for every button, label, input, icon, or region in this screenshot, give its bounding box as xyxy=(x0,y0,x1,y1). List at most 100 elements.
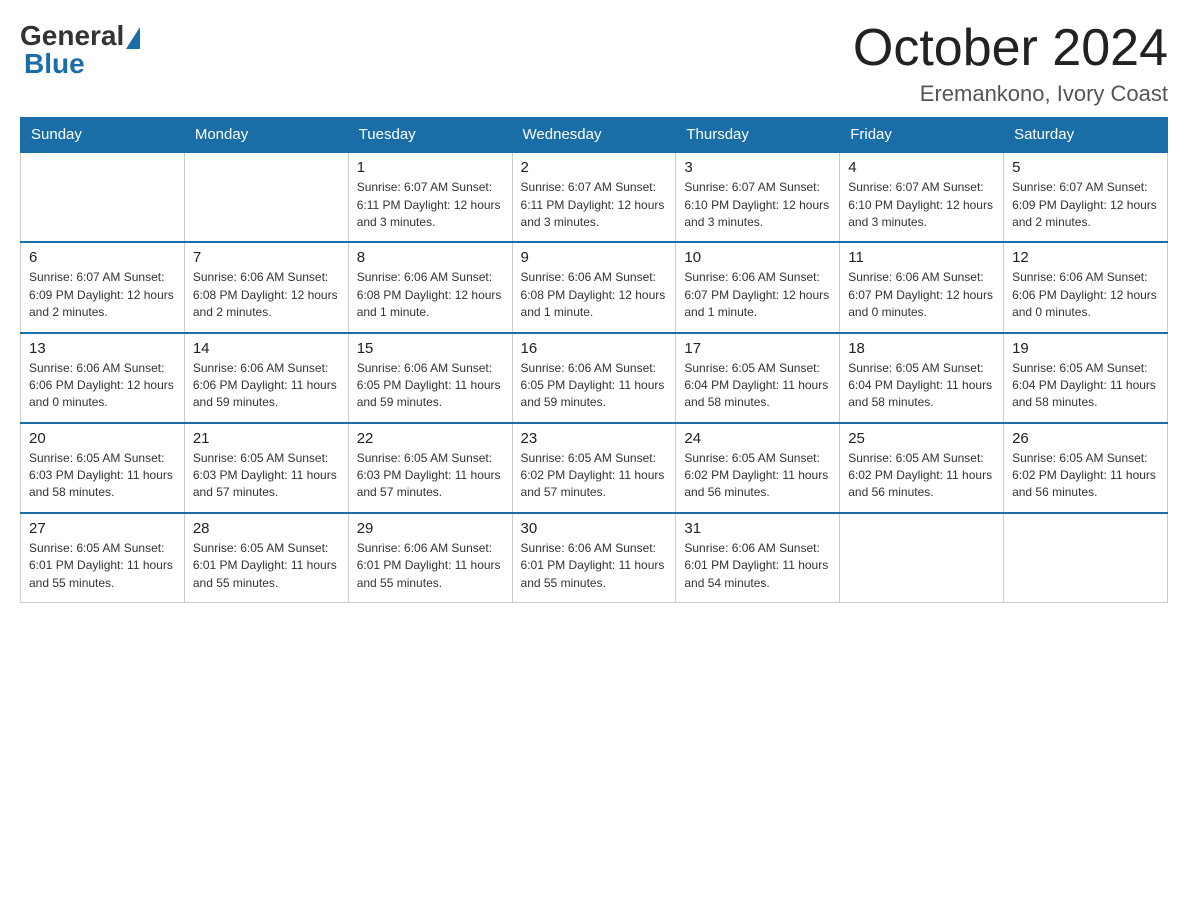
calendar-cell: 9 Sunrise: 6:06 AM Sunset: 6:08 PM Daylig… xyxy=(512,242,676,332)
day-number: 14 xyxy=(193,340,340,357)
col-sunday: Sunday xyxy=(21,118,185,153)
calendar-cell: 30 Sunrise: 6:06 AM Sunset: 6:01 PM Dayli… xyxy=(512,513,676,603)
calendar-cell: 5 Sunrise: 6:07 AM Sunset: 6:09 PM Daylig… xyxy=(1004,152,1168,242)
day-number: 4 xyxy=(848,159,995,176)
day-number: 20 xyxy=(29,430,176,447)
day-number: 16 xyxy=(521,340,668,357)
calendar-cell: 24Sunrise: 6:05 AM Sunset: 6:02 PM Dayli… xyxy=(676,423,840,513)
title-area: October 2024 Eremankono, Ivory Coast xyxy=(853,20,1168,107)
day-number: 10 xyxy=(684,249,831,266)
calendar-cell xyxy=(1004,513,1168,603)
calendar-cell: 18Sunrise: 6:05 AM Sunset: 6:04 PM Dayli… xyxy=(840,333,1004,423)
calendar-header-row: Sunday Monday Tuesday Wednesday Thursday… xyxy=(21,118,1168,153)
day-number: 30 xyxy=(521,520,668,537)
month-title: October 2024 xyxy=(853,20,1168,77)
day-info: Sunrise: 6:05 AM Sunset: 6:02 PM Dayligh… xyxy=(1012,450,1159,502)
page-header: General Blue October 2024 Eremankono, Iv… xyxy=(20,20,1168,107)
calendar-week-row: 1 Sunrise: 6:07 AM Sunset: 6:11 PM Daylig… xyxy=(21,152,1168,242)
calendar-cell xyxy=(21,152,185,242)
calendar-cell: 6 Sunrise: 6:07 AM Sunset: 6:09 PM Daylig… xyxy=(21,242,185,332)
calendar-cell: 26Sunrise: 6:05 AM Sunset: 6:02 PM Dayli… xyxy=(1004,423,1168,513)
calendar-cell: 10Sunrise: 6:06 AM Sunset: 6:07 PM Dayli… xyxy=(676,242,840,332)
calendar-week-row: 13 Sunrise: 6:06 AM Sunset: 6:06 PM Dayli… xyxy=(21,333,1168,423)
day-number: 29 xyxy=(357,520,504,537)
calendar-cell: 4 Sunrise: 6:07 AM Sunset: 6:10 PM Daylig… xyxy=(840,152,1004,242)
day-info: Sunrise: 6:05 AM Sunset: 6:03 PM Dayligh… xyxy=(29,450,176,502)
day-number: 9 xyxy=(521,249,668,266)
day-number: 18 xyxy=(848,340,995,357)
day-info: Sunrise: 6:06 AM Sunset: 6:06 PM Dayligh… xyxy=(29,360,176,412)
calendar-cell: 8 Sunrise: 6:06 AM Sunset: 6:08 PM Daylig… xyxy=(348,242,512,332)
day-number: 12 xyxy=(1012,249,1159,266)
day-number: 1 xyxy=(357,159,504,176)
day-info: Sunrise: 6:06 AM Sunset: 6:08 PM Dayligh… xyxy=(357,269,504,321)
day-number: 31 xyxy=(684,520,831,537)
col-wednesday: Wednesday xyxy=(512,118,676,153)
calendar-cell: 25Sunrise: 6:05 AM Sunset: 6:02 PM Dayli… xyxy=(840,423,1004,513)
col-thursday: Thursday xyxy=(676,118,840,153)
day-info: Sunrise: 6:07 AM Sunset: 6:10 PM Dayligh… xyxy=(684,179,831,231)
day-info: Sunrise: 6:06 AM Sunset: 6:01 PM Dayligh… xyxy=(357,540,504,592)
day-number: 22 xyxy=(357,430,504,447)
logo-blue-text: Blue xyxy=(20,48,85,80)
day-info: Sunrise: 6:06 AM Sunset: 6:06 PM Dayligh… xyxy=(193,360,340,412)
day-number: 15 xyxy=(357,340,504,357)
day-number: 3 xyxy=(684,159,831,176)
calendar-table: Sunday Monday Tuesday Wednesday Thursday… xyxy=(20,117,1168,603)
day-info: Sunrise: 6:05 AM Sunset: 6:04 PM Dayligh… xyxy=(684,360,831,412)
day-info: Sunrise: 6:06 AM Sunset: 6:08 PM Dayligh… xyxy=(521,269,668,321)
calendar-cell xyxy=(840,513,1004,603)
day-info: Sunrise: 6:07 AM Sunset: 6:11 PM Dayligh… xyxy=(521,179,668,231)
day-number: 27 xyxy=(29,520,176,537)
calendar-cell: 14 Sunrise: 6:06 AM Sunset: 6:06 PM Dayli… xyxy=(184,333,348,423)
calendar-cell: 2 Sunrise: 6:07 AM Sunset: 6:11 PM Daylig… xyxy=(512,152,676,242)
calendar-week-row: 6 Sunrise: 6:07 AM Sunset: 6:09 PM Daylig… xyxy=(21,242,1168,332)
day-number: 24 xyxy=(684,430,831,447)
day-info: Sunrise: 6:05 AM Sunset: 6:03 PM Dayligh… xyxy=(357,450,504,502)
day-number: 23 xyxy=(521,430,668,447)
day-number: 5 xyxy=(1012,159,1159,176)
day-info: Sunrise: 6:06 AM Sunset: 6:01 PM Dayligh… xyxy=(684,540,831,592)
day-info: Sunrise: 6:06 AM Sunset: 6:06 PM Dayligh… xyxy=(1012,269,1159,321)
day-info: Sunrise: 6:06 AM Sunset: 6:05 PM Dayligh… xyxy=(357,360,504,412)
calendar-week-row: 27 Sunrise: 6:05 AM Sunset: 6:01 PM Dayli… xyxy=(21,513,1168,603)
calendar-cell: 20 Sunrise: 6:05 AM Sunset: 6:03 PM Dayli… xyxy=(21,423,185,513)
logo-triangle-icon xyxy=(126,27,140,49)
calendar-cell: 29 Sunrise: 6:06 AM Sunset: 6:01 PM Dayli… xyxy=(348,513,512,603)
day-number: 11 xyxy=(848,249,995,266)
day-info: Sunrise: 6:06 AM Sunset: 6:07 PM Dayligh… xyxy=(848,269,995,321)
calendar-cell: 27 Sunrise: 6:05 AM Sunset: 6:01 PM Dayli… xyxy=(21,513,185,603)
day-number: 13 xyxy=(29,340,176,357)
day-info: Sunrise: 6:05 AM Sunset: 6:04 PM Dayligh… xyxy=(1012,360,1159,412)
day-info: Sunrise: 6:06 AM Sunset: 6:01 PM Dayligh… xyxy=(521,540,668,592)
day-number: 28 xyxy=(193,520,340,537)
calendar-cell: 11 Sunrise: 6:06 AM Sunset: 6:07 PM Dayli… xyxy=(840,242,1004,332)
day-number: 8 xyxy=(357,249,504,266)
calendar-week-row: 20 Sunrise: 6:05 AM Sunset: 6:03 PM Dayli… xyxy=(21,423,1168,513)
calendar-cell: 31 Sunrise: 6:06 AM Sunset: 6:01 PM Dayli… xyxy=(676,513,840,603)
calendar-cell: 7Sunrise: 6:06 AM Sunset: 6:08 PM Daylig… xyxy=(184,242,348,332)
day-info: Sunrise: 6:07 AM Sunset: 6:09 PM Dayligh… xyxy=(1012,179,1159,231)
location-subtitle: Eremankono, Ivory Coast xyxy=(853,81,1168,107)
day-info: Sunrise: 6:05 AM Sunset: 6:01 PM Dayligh… xyxy=(193,540,340,592)
calendar-cell: 1 Sunrise: 6:07 AM Sunset: 6:11 PM Daylig… xyxy=(348,152,512,242)
day-info: Sunrise: 6:05 AM Sunset: 6:02 PM Dayligh… xyxy=(848,450,995,502)
logo: General Blue xyxy=(20,20,140,80)
day-number: 6 xyxy=(29,249,176,266)
day-number: 19 xyxy=(1012,340,1159,357)
day-info: Sunrise: 6:07 AM Sunset: 6:09 PM Dayligh… xyxy=(29,269,176,321)
calendar-cell: 21Sunrise: 6:05 AM Sunset: 6:03 PM Dayli… xyxy=(184,423,348,513)
col-monday: Monday xyxy=(184,118,348,153)
col-friday: Friday xyxy=(840,118,1004,153)
day-number: 17 xyxy=(684,340,831,357)
day-info: Sunrise: 6:05 AM Sunset: 6:02 PM Dayligh… xyxy=(521,450,668,502)
day-info: Sunrise: 6:06 AM Sunset: 6:08 PM Dayligh… xyxy=(193,269,340,321)
day-info: Sunrise: 6:06 AM Sunset: 6:05 PM Dayligh… xyxy=(521,360,668,412)
day-info: Sunrise: 6:07 AM Sunset: 6:10 PM Dayligh… xyxy=(848,179,995,231)
day-info: Sunrise: 6:07 AM Sunset: 6:11 PM Dayligh… xyxy=(357,179,504,231)
calendar-cell: 16 Sunrise: 6:06 AM Sunset: 6:05 PM Dayli… xyxy=(512,333,676,423)
day-info: Sunrise: 6:05 AM Sunset: 6:01 PM Dayligh… xyxy=(29,540,176,592)
day-number: 2 xyxy=(521,159,668,176)
calendar-cell: 3 Sunrise: 6:07 AM Sunset: 6:10 PM Daylig… xyxy=(676,152,840,242)
col-saturday: Saturday xyxy=(1004,118,1168,153)
